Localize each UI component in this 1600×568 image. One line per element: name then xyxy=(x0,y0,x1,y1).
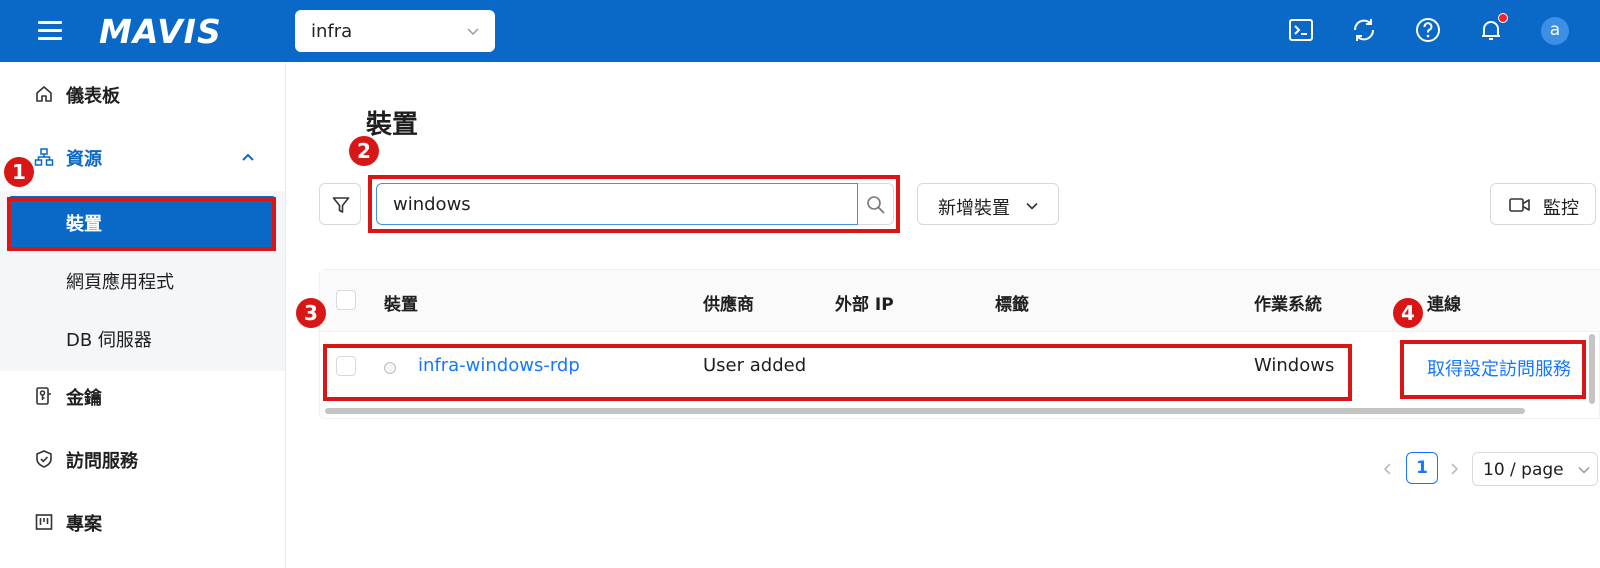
project-select[interactable]: infra xyxy=(295,10,495,52)
vertical-scrollbar[interactable] xyxy=(1589,334,1595,404)
sidebar-item-label: 儀表板 xyxy=(66,86,120,107)
filter-button[interactable] xyxy=(319,183,361,225)
search-icon xyxy=(867,196,885,214)
help-icon[interactable] xyxy=(1414,16,1442,44)
status-indicator xyxy=(384,362,396,374)
os-cell: Windows xyxy=(1254,355,1335,376)
add-device-label: 新增裝置 xyxy=(938,198,1010,219)
devices-table: 裝置 供應商 外部 IP 標籤 作業系統 連線 infra-windows-rd… xyxy=(319,269,1600,419)
sidebar-subitem-db-servers[interactable]: DB 伺服器 xyxy=(0,312,285,364)
sidebar-item-label: 訪問服務 xyxy=(66,451,138,472)
terminal-icon[interactable] xyxy=(1287,16,1315,44)
add-device-button[interactable]: 新增裝置 xyxy=(917,183,1059,225)
chevron-up-icon xyxy=(242,153,254,161)
horizontal-scrollbar[interactable] xyxy=(325,408,1525,414)
search-input[interactable] xyxy=(376,183,858,225)
column-header-device[interactable]: 裝置 xyxy=(384,290,418,315)
column-header-tags[interactable]: 標籤 xyxy=(995,290,1029,315)
column-header-os[interactable]: 作業系統 xyxy=(1254,290,1322,315)
pagination-current-page[interactable]: 1 xyxy=(1406,452,1438,484)
search-button[interactable] xyxy=(858,183,894,225)
table-row: infra-windows-rdp User added Windows 取得設… xyxy=(320,332,1600,402)
notification-badge xyxy=(1498,13,1508,23)
top-bar: MAVIS infra a xyxy=(0,0,1600,62)
home-icon xyxy=(36,86,52,102)
annotation-marker-4: 4 xyxy=(1393,298,1423,328)
sidebar-subitem-label: 裝置 xyxy=(66,214,102,235)
device-name-link[interactable]: infra-windows-rdp xyxy=(418,355,580,376)
column-header-external-ip[interactable]: 外部 IP xyxy=(835,290,894,315)
project-select-value: infra xyxy=(311,21,353,42)
menu-icon[interactable] xyxy=(38,20,62,40)
sidebar-item-label: 專案 xyxy=(66,514,102,535)
column-header-connection: 連線 xyxy=(1427,295,1461,315)
refresh-icon[interactable] xyxy=(1350,16,1378,44)
column-header-vendor[interactable]: 供應商 xyxy=(703,290,754,315)
sidebar-item-dashboard[interactable]: 儀表板 xyxy=(0,66,285,122)
sidebar-subitem-devices[interactable]: 裝置 xyxy=(8,196,276,248)
pagination-next-icon[interactable] xyxy=(1446,461,1462,477)
search-group xyxy=(376,183,894,225)
shield-check-icon xyxy=(36,450,52,468)
annotation-marker-3: 3 xyxy=(296,298,326,328)
page-size-select[interactable]: 10 / page xyxy=(1472,452,1598,486)
sidebar-item-keys[interactable]: 金鑰 xyxy=(0,368,285,424)
sidebar: 儀表板 資源 裝置 網頁應用程式 DB 伺服器 金鑰 訪問服務 專案 xyxy=(0,62,286,568)
vendor-cell: User added xyxy=(703,355,807,376)
monitor-label: 監控 xyxy=(1543,198,1579,219)
board-icon xyxy=(35,514,53,530)
sidebar-subitem-label: DB 伺服器 xyxy=(66,330,152,351)
page-title: 裝置 xyxy=(366,110,419,140)
chevron-down-icon xyxy=(1026,202,1038,210)
filter-icon xyxy=(332,197,350,213)
video-camera-icon xyxy=(1509,198,1530,212)
get-access-service-link[interactable]: 取得設定訪問服務 xyxy=(1427,355,1571,381)
sidebar-subitem-label: 網頁應用程式 xyxy=(66,272,174,293)
chevron-down-icon xyxy=(467,28,479,36)
sidebar-item-label: 金鑰 xyxy=(66,388,102,409)
pagination-prev-icon[interactable] xyxy=(1380,461,1396,477)
sidebar-item-projects[interactable]: 專案 xyxy=(0,494,285,550)
key-icon xyxy=(36,387,51,405)
page-size-value: 10 / page xyxy=(1483,460,1564,480)
monitor-button[interactable]: 監控 xyxy=(1490,183,1596,225)
select-all-checkbox[interactable] xyxy=(336,290,356,310)
avatar[interactable]: a xyxy=(1541,17,1569,45)
annotation-marker-2: 2 xyxy=(349,136,379,166)
sitemap-icon xyxy=(34,148,54,166)
annotation-marker-1: 1 xyxy=(4,157,34,187)
sidebar-subitem-web-apps[interactable]: 網頁應用程式 xyxy=(0,254,285,306)
sidebar-item-label: 資源 xyxy=(66,149,102,170)
row-checkbox[interactable] xyxy=(336,356,356,376)
sidebar-item-access-services[interactable]: 訪問服務 xyxy=(0,431,285,487)
sidebar-item-resources[interactable]: 資源 xyxy=(0,129,285,185)
logo: MAVIS xyxy=(99,12,222,51)
chevron-down-icon xyxy=(1578,466,1590,474)
